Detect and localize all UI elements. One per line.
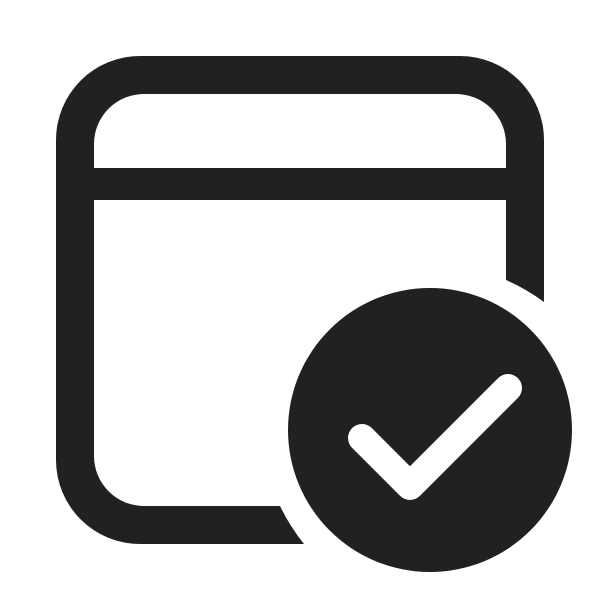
- badge-circle: [288, 288, 572, 572]
- calendar-checkmark-icon: [56, 56, 572, 572]
- icon-canvas: [0, 0, 600, 600]
